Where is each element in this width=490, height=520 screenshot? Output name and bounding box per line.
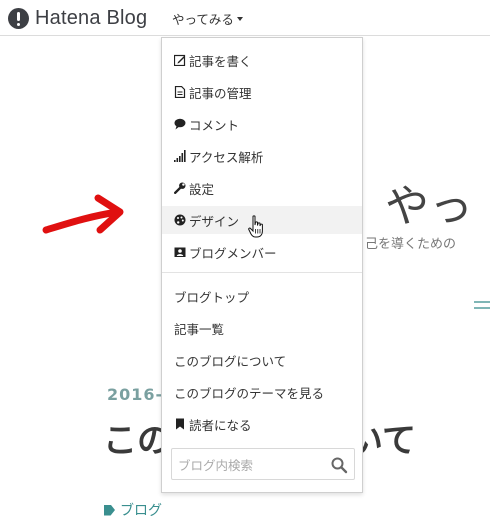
blog-title[interactable]: やっ — [385, 170, 473, 234]
try-menu-label: やってみる — [172, 12, 234, 27]
blog-search-box — [171, 448, 355, 480]
menu-item-subscribe[interactable]: 読者になる — [162, 410, 362, 438]
menu-item-comments[interactable]: コメント — [162, 110, 362, 138]
menu-item-label: 記事の管理 — [189, 85, 252, 101]
palette-icon — [174, 214, 186, 226]
menu-item-label: このブログのテーマを見る — [174, 385, 325, 401]
hamburger-icon[interactable] — [474, 301, 490, 309]
edit-icon — [174, 54, 186, 66]
menu-item-view-theme[interactable]: このブログのテーマを見る — [162, 378, 362, 406]
menu-item-label: 読者になる — [189, 417, 252, 433]
try-dropdown-menu: 記事を書く 記事の管理 コメント アクセス解析 設定 デザイン ブログメンバー … — [161, 37, 363, 493]
global-header: Hatena Blog やってみる — [0, 0, 490, 36]
menu-item-label: コメント — [189, 117, 240, 133]
menu-item-label: 設定 — [189, 181, 215, 197]
menu-item-blog-members[interactable]: ブログメンバー — [162, 238, 362, 266]
menu-item-about-blog[interactable]: このブログについて — [162, 346, 362, 374]
logo-text: Hatena Blog — [35, 6, 148, 29]
red-arrow-annotation — [42, 194, 124, 234]
try-menu-toggle[interactable]: やってみる — [172, 9, 243, 28]
document-icon — [174, 86, 186, 98]
blog-description: く己を導くための — [352, 237, 457, 252]
post-date[interactable]: 2016- — [107, 385, 163, 404]
hatena-logo-icon — [8, 7, 29, 29]
menu-item-blog-top[interactable]: ブログトップ — [162, 282, 362, 310]
tag-icon — [104, 504, 115, 516]
menu-item-label: ブログメンバー — [189, 245, 277, 261]
wrench-icon — [174, 182, 186, 194]
menu-item-access-analysis[interactable]: アクセス解析 — [162, 142, 362, 170]
menu-item-write-entry[interactable]: 記事を書く — [162, 46, 362, 74]
menu-item-label: ブログトップ — [174, 289, 250, 305]
hand-pointer-cursor-icon — [248, 215, 263, 238]
comment-icon — [174, 118, 186, 130]
blog-search-input[interactable] — [178, 455, 323, 475]
member-card-icon — [174, 247, 186, 257]
menu-item-label: デザイン — [189, 213, 240, 229]
bookmark-icon — [176, 418, 184, 430]
signal-bars-icon — [174, 150, 186, 162]
menu-item-label: アクセス解析 — [189, 149, 264, 165]
post-tag-label: ブログ — [120, 503, 162, 519]
menu-item-label: 記事一覧 — [174, 321, 225, 337]
hatena-blog-logo[interactable]: Hatena Blog — [8, 6, 147, 30]
post-category-tag[interactable]: ブログ — [104, 500, 162, 520]
search-icon[interactable] — [330, 456, 348, 474]
caret-down-icon — [236, 16, 243, 21]
menu-item-label: このブログについて — [174, 353, 287, 369]
menu-item-settings[interactable]: 設定 — [162, 174, 362, 202]
menu-item-manage-entries[interactable]: 記事の管理 — [162, 78, 362, 106]
menu-divider — [162, 272, 362, 273]
menu-item-entry-list[interactable]: 記事一覧 — [162, 314, 362, 342]
menu-item-label: 記事を書く — [189, 53, 252, 69]
